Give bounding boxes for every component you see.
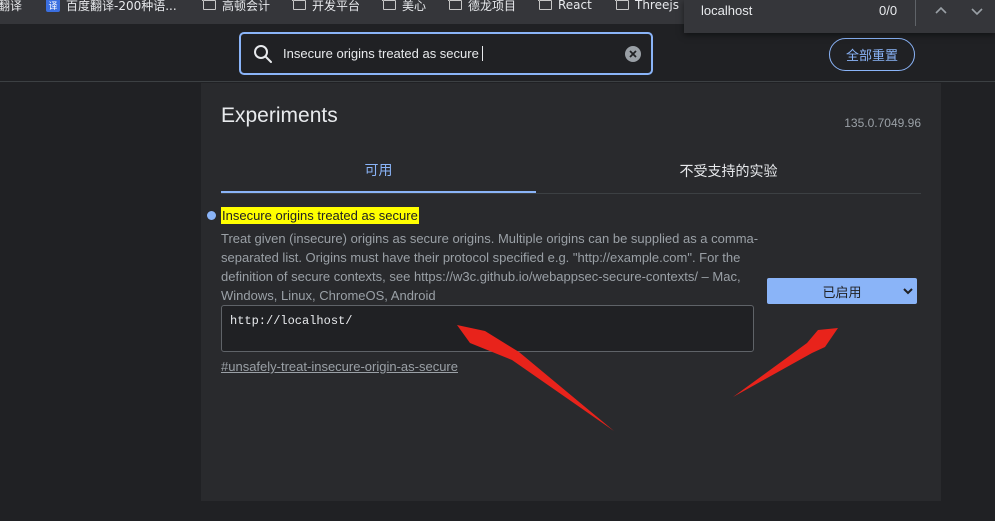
bookmark-label: 百度翻译-200种语... [66,0,177,13]
find-next-icon[interactable] [970,4,984,18]
bookmark-label: 翻译 [0,0,23,13]
tab-unsupported-experiments[interactable]: 不受支持的实验 [571,148,886,193]
bookmark-folder-delong[interactable]: 德龙项目 [448,0,517,14]
chevron-down-icon [903,288,913,295]
search-value: Insecure origins treated as secure [283,46,479,61]
find-bar: localhost 0/0 [684,0,995,33]
page-title: Experiments [221,104,338,127]
bookmark-label: 高顿会计 [222,0,271,13]
folder-icon [448,0,462,10]
tab-bar: 可用 不受支持的实验 [221,148,921,194]
origins-textarea[interactable]: http://localhost/ [221,305,754,352]
search-input[interactable]: Insecure origins treated as secure [283,46,483,61]
folder-icon [615,0,629,10]
bookmark-folder-gaodun[interactable]: 高顿会计 [202,0,271,14]
find-input[interactable]: localhost [701,3,752,18]
folder-icon [202,0,216,10]
bookmark-label: React [558,0,592,12]
bookmark-label: 美心 [402,0,427,13]
search-icon [254,45,272,63]
bookmark-label: Threejs [635,0,679,12]
bookmark-label: 开发平台 [312,0,361,13]
experiment-description: Treat given (insecure) origins as secure… [221,231,759,303]
search-box[interactable]: Insecure origins treated as secure [239,32,653,75]
text-caret [481,46,483,61]
clear-search-icon[interactable] [625,46,641,62]
bookmark-folder-react[interactable]: React [538,0,592,14]
find-previous-icon[interactable] [934,4,948,18]
experiment-name: Insecure origins treated as secure [221,207,419,224]
reset-all-button[interactable]: 全部重置 [829,38,915,71]
baidu-translate-icon: 译 [46,0,60,12]
chrome-version: 135.0.7049.96 [844,116,921,130]
bookmark-label: 德龙项目 [468,0,517,13]
bookmark-baidu-translate[interactable]: 译 百度翻译-200种语... [46,0,177,14]
bookmark-folder-threejs[interactable]: Threejs [615,0,679,14]
bookmark-folder-dev-platform[interactable]: 开发平台 [292,0,361,14]
folder-icon [538,0,552,10]
folder-icon [292,0,306,10]
tab-available[interactable]: 可用 [221,148,536,193]
find-result-count: 0/0 [879,3,898,18]
modified-indicator [207,211,216,220]
folder-icon [382,0,396,10]
experiments-panel: Experiments 135.0.7049.96 可用 不受支持的实验 Ins… [201,83,941,501]
find-divider [915,0,916,26]
experiment-state-select[interactable]: 已启用 [767,278,917,304]
select-value: 已启用 [822,285,862,301]
bookmark-translate[interactable]: 翻译 [0,0,22,14]
bookmark-folder-meixin[interactable]: 美心 [382,0,427,14]
experiment-permalink[interactable]: #unsafely-treat-insecure-origin-as-secur… [221,359,458,374]
